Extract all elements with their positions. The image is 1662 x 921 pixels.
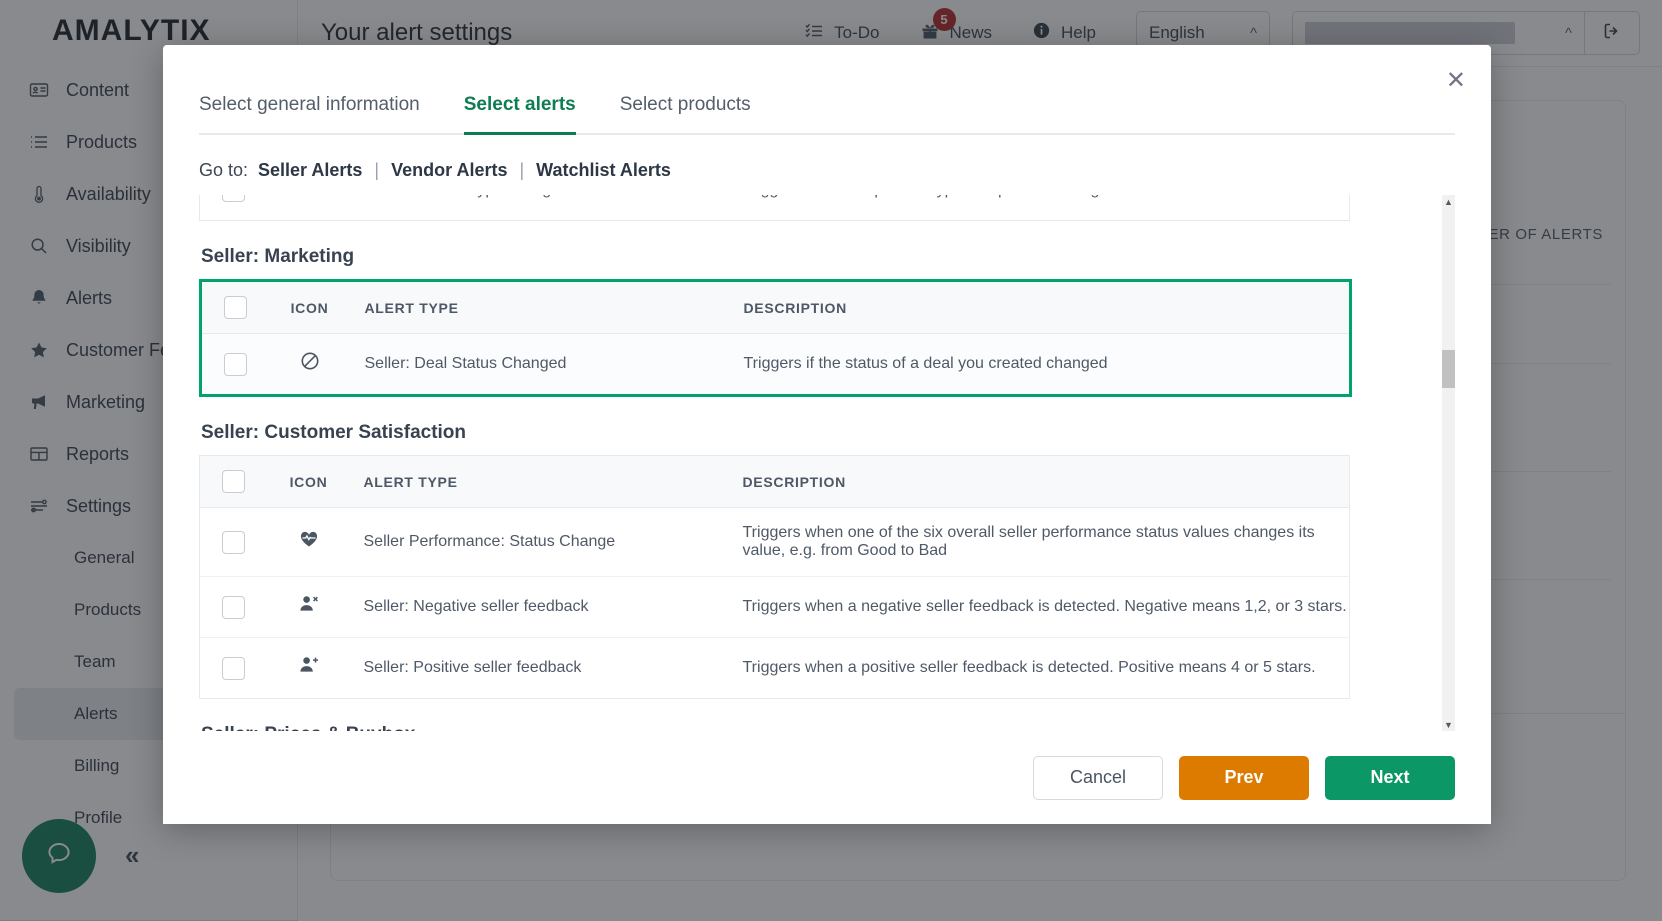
no-entry-icon [299,350,321,378]
row-alert-type: Seller: Product type changed [350,195,726,221]
row-icon-cell [268,195,350,221]
scrollbar-thumb[interactable] [1442,350,1455,388]
row-icon-cell [268,638,350,699]
row-select-cell [200,195,268,221]
goto-label: Go to: [199,160,249,180]
row-select-cell [199,576,268,638]
alert-section-title: Seller: Prices & Buybox [201,724,1435,731]
app-root: AMALYTIX Content Products [0,0,1662,921]
row-select-cell [200,333,269,396]
row-alert-type: Seller: Positive seller feedback [363,659,582,676]
row-description: Triggers when the product type of a prod… [726,195,1350,221]
alert-sections: Seller: Product type changedTriggers whe… [199,195,1435,731]
alert-section-table: ICON ALERT TYPE DESCRIPTION Seller: Deal St… [199,279,1352,397]
table-row[interactable]: Seller Performance: Status Change Trigger… [199,507,1350,577]
vertical-scrollbar[interactable]: ▲ ▼ [1442,195,1455,731]
row-description: Triggers when a positive seller feedback… [742,659,1316,676]
modal-tabs: Select general information Select alerts… [163,45,1491,135]
select-all-checkbox[interactable] [222,470,246,493]
column-header-icon: ICON [267,455,350,508]
ordered-list-icon [298,195,320,204]
row-alert-type: Seller: Deal Status Changed [350,333,727,396]
tab-select-general-information[interactable]: Select general information [199,94,420,135]
close-icon[interactable]: ✕ [1446,69,1466,93]
alert-section-title: Seller: Marketing [201,246,355,267]
tab-select-products[interactable]: Select products [620,94,751,135]
column-header-description: DESCRIPTION [726,280,1351,334]
table-row[interactable]: Seller: Negative seller feedback Triggers… [199,576,1350,638]
goto-link-seller-alerts[interactable]: Seller Alerts [258,160,362,181]
goto-navigation: Go to: Seller Alerts | Vendor Alerts | W… [163,135,1491,181]
row-icon-cell [267,507,350,577]
row-checkbox[interactable] [222,195,246,202]
row-alert-type: Seller Performance: Status Change [349,507,726,577]
goto-link-watchlist-alerts[interactable]: Watchlist Alerts [536,160,671,181]
tab-select-alerts[interactable]: Select alerts [463,94,576,135]
column-header-description: DESCRIPTION [725,455,1350,508]
alert-section-table: ICON ALERT TYPE DESCRIPTION Seller Performa… [199,455,1350,699]
next-button[interactable]: Next [1325,755,1455,800]
table-header-row: ICON ALERT TYPE DESCRIPTION [199,455,1350,508]
cancel-button[interactable]: Cancel [1033,755,1163,800]
goto-link-vendor-alerts[interactable]: Vendor Alerts [391,160,507,181]
scroll-down-arrow[interactable]: ▼ [1442,718,1455,731]
column-header-alert-type: ALERT TYPE [349,455,726,508]
row-icon-cell [267,576,350,638]
scroll-up-arrow[interactable]: ▲ [1442,195,1455,208]
row-description: Triggers if the status of a deal you cre… [726,333,1351,396]
user-minus-icon [298,593,320,621]
column-header-icon: ICON [268,280,351,334]
row-select-cell [199,507,268,577]
table-row[interactable]: Seller: Positive seller feedback Triggers… [200,638,1350,699]
select-all-header [199,455,268,508]
select-all-header [200,280,269,334]
row-checkbox[interactable] [222,530,246,554]
alert-section-table: Seller: Product type changedTriggers whe… [199,195,1350,221]
column-header-alert-type: ALERT TYPE [350,280,727,334]
row-alert-type: Seller: Negative seller feedback [349,576,726,638]
row-checkbox[interactable] [223,352,247,376]
prev-button[interactable]: Prev [1179,755,1309,800]
row-description: Triggers when one of the six overall sel… [725,507,1350,577]
row-select-cell [200,638,268,699]
goto-separator: | [374,160,380,180]
modal-footer: Cancel Prev Next [163,731,1491,824]
row-icon-cell [268,333,351,396]
row-checkbox[interactable] [222,595,246,619]
table-row[interactable]: Seller: Deal Status Changed Triggers if t… [200,333,1351,396]
alerts-scroll-area: Seller: Product type changedTriggers whe… [199,195,1455,731]
row-checkbox[interactable] [222,656,246,680]
heart-pulse-icon [298,528,320,556]
table-header-row: ICON ALERT TYPE DESCRIPTION [200,280,1351,334]
alert-section-title: Seller: Customer Satisfaction [201,422,467,443]
select-alerts-modal: ✕ Select general information Select aler… [163,45,1491,824]
row-description: Triggers when a negative seller feedback… [725,576,1350,638]
select-all-checkbox[interactable] [223,296,247,319]
goto-separator: | [519,160,525,180]
user-plus-icon [298,654,320,682]
table-row[interactable]: Seller: Product type changedTriggers whe… [200,195,1350,221]
